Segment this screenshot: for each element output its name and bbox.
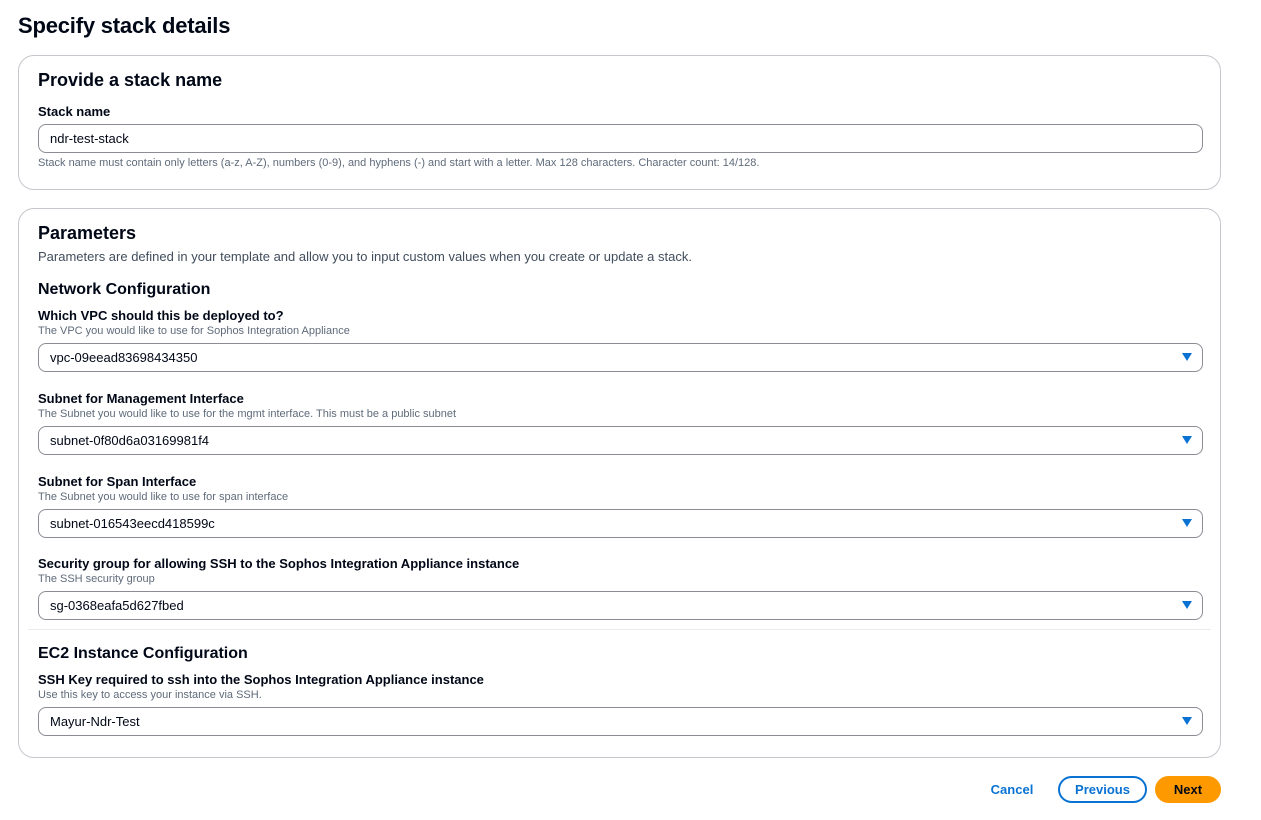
ssh-key-select-value: Mayur-Ndr-Test <box>50 714 140 729</box>
span-subnet-select[interactable]: subnet-016543eecd418599c <box>38 509 1203 538</box>
vpc-select-value: vpc-09eead83698434350 <box>50 350 198 365</box>
stack-name-constraint: Stack name must contain only letters (a-… <box>38 157 760 169</box>
parameters-description: Parameters are defined in your template … <box>38 249 692 264</box>
cancel-button[interactable]: Cancel <box>979 776 1045 804</box>
vpc-description: The VPC you would like to use for Sophos… <box>38 325 350 337</box>
page-title: Specify stack details <box>18 13 231 38</box>
stack-name-label: Stack name <box>38 104 111 119</box>
security-group-description: The SSH security group <box>38 573 155 585</box>
mgmt-subnet-select[interactable]: subnet-0f80d6a03169981f4 <box>38 426 1203 455</box>
security-group-select[interactable]: sg-0368eafa5d627fbed <box>38 591 1203 620</box>
security-group-select-value: sg-0368eafa5d627fbed <box>50 598 184 613</box>
caret-down-icon <box>1182 353 1192 361</box>
span-subnet-select-value: subnet-016543eecd418599c <box>50 516 215 531</box>
section-divider <box>28 629 1211 630</box>
ssh-key-select[interactable]: Mayur-Ndr-Test <box>38 707 1203 736</box>
mgmt-subnet-description: The Subnet you would like to use for the… <box>38 408 457 420</box>
ssh-key-label: SSH Key required to ssh into the Sophos … <box>38 672 484 687</box>
caret-down-icon <box>1182 717 1192 725</box>
ssh-key-description: Use this key to access your instance via… <box>38 689 262 701</box>
stack-name-container: Provide a stack name Stack name Stack na… <box>18 55 1221 190</box>
stack-name-section-title: Provide a stack name <box>38 70 223 90</box>
caret-down-icon <box>1182 519 1192 527</box>
network-configuration-title: Network Configuration <box>38 281 211 298</box>
span-subnet-label: Subnet for Span Interface <box>38 474 197 489</box>
stack-name-input[interactable] <box>38 124 1203 153</box>
mgmt-subnet-select-value: subnet-0f80d6a03169981f4 <box>50 433 210 448</box>
previous-button[interactable]: Previous <box>1058 776 1147 803</box>
parameters-container: Parameters Parameters are defined in you… <box>18 208 1221 758</box>
vpc-label: Which VPC should this be deployed to? <box>38 308 284 323</box>
next-button[interactable]: Next <box>1155 776 1221 803</box>
vpc-select[interactable]: vpc-09eead83698434350 <box>38 343 1203 372</box>
span-subnet-description: The Subnet you would like to use for spa… <box>38 491 289 503</box>
parameters-section-title: Parameters <box>38 223 137 243</box>
security-group-label: Security group for allowing SSH to the S… <box>38 556 520 571</box>
page: Specify stack details Provide a stack na… <box>0 0 1261 820</box>
ec2-configuration-title: EC2 Instance Configuration <box>38 645 248 662</box>
caret-down-icon <box>1182 436 1192 444</box>
caret-down-icon <box>1182 601 1192 609</box>
mgmt-subnet-label: Subnet for Management Interface <box>38 391 244 406</box>
